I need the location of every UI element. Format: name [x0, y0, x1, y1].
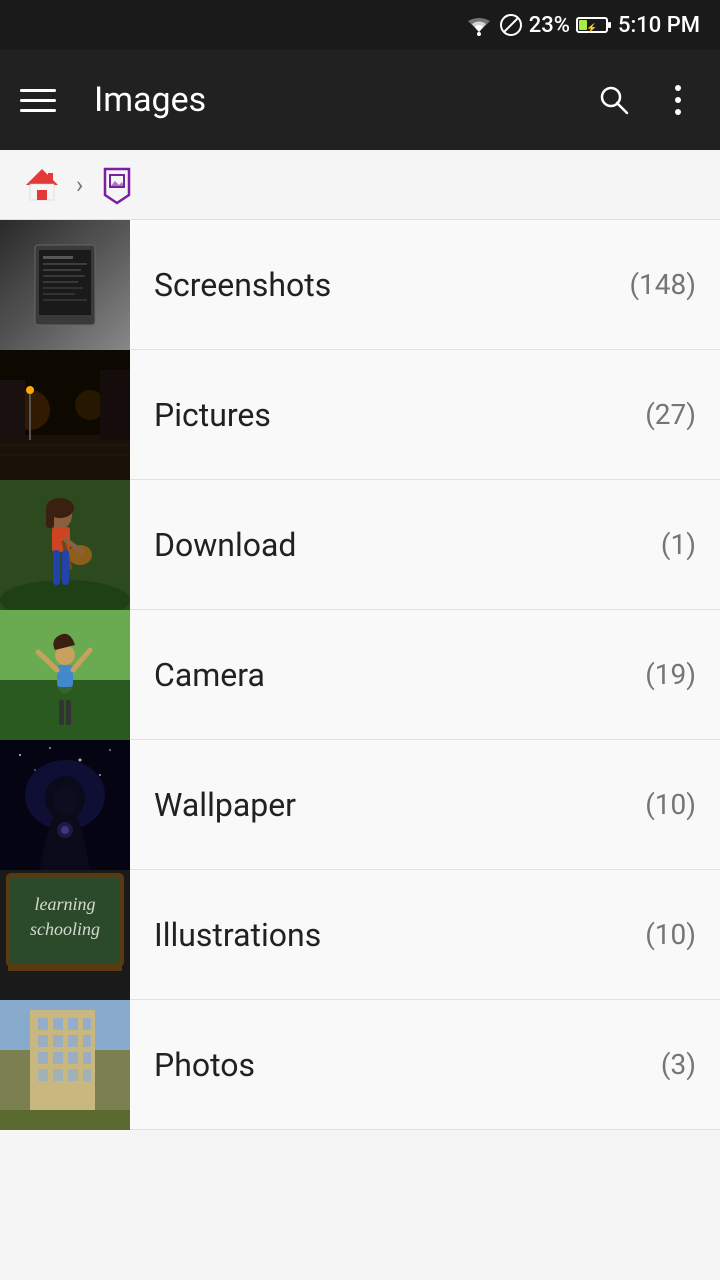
list-item-camera[interactable]: Camera (19) — [0, 610, 720, 740]
breadcrumb-gallery-button[interactable] — [95, 163, 139, 207]
wifi-icon — [465, 14, 493, 36]
svg-text:learning: learning — [35, 894, 96, 914]
status-bar: 23% ⚡ 5:10 PM — [0, 0, 720, 50]
list-item-illustrations[interactable]: learning schooling Illustrations (10) — [0, 870, 720, 1000]
list-item-pictures-name: Pictures — [154, 396, 621, 434]
list-item-camera-name: Camera — [154, 656, 621, 694]
list-item-pictures-row: Pictures (27) — [130, 396, 720, 434]
more-options-button[interactable] — [656, 78, 700, 122]
list-item-illustrations-name: Illustrations — [154, 916, 621, 954]
list-item-download[interactable]: Download (1) — [0, 480, 720, 610]
thumbnail-download — [0, 480, 130, 610]
list-item-photos-info: Photos — [130, 1046, 661, 1084]
thumbnail-wallpaper — [0, 740, 130, 870]
breadcrumb-home-button[interactable] — [20, 163, 64, 207]
list-item-pictures-info: Pictures — [130, 396, 645, 434]
list-item-illustrations-info: Illustrations — [130, 916, 645, 954]
app-bar: Images — [0, 50, 720, 150]
camera-thumb-image — [0, 610, 130, 740]
svg-text:schooling: schooling — [30, 919, 100, 939]
pictures-thumb-image — [0, 350, 130, 480]
list-item-photos-row: Photos (3) — [130, 1046, 720, 1084]
list-item-wallpaper-row: Wallpaper (10) — [130, 786, 720, 824]
hamburger-line-1 — [20, 89, 56, 92]
list-item-pictures[interactable]: Pictures (27) — [0, 350, 720, 480]
wallpaper-thumb-image — [0, 740, 130, 870]
list-item-illustrations-count: (10) — [645, 918, 720, 951]
list-item-screenshots-count: (148) — [629, 268, 720, 301]
list-item-camera-count: (19) — [645, 658, 720, 691]
search-button[interactable] — [592, 78, 636, 122]
list-item-screenshots-name: Screenshots — [154, 266, 605, 304]
thumbnail-photos — [0, 1000, 130, 1130]
breadcrumb-chevron: › — [76, 171, 83, 199]
list-item-camera-row: Camera (19) — [130, 656, 720, 694]
list-item-photos[interactable]: Photos (3) — [0, 1000, 720, 1130]
battery-percent: 23% — [529, 13, 570, 38]
app-title: Images — [94, 80, 572, 120]
search-icon — [597, 83, 631, 117]
battery-icon: ⚡ — [576, 14, 612, 36]
status-icons: 23% ⚡ 5:10 PM — [465, 13, 700, 38]
screenshots-thumb-image — [25, 240, 105, 330]
hamburger-line-3 — [20, 109, 56, 112]
list-item-download-name: Download — [154, 526, 637, 564]
thumbnail-illustrations: learning schooling — [0, 870, 130, 1000]
hamburger-line-2 — [20, 99, 56, 102]
list-item-screenshots-row: Screenshots (148) — [130, 266, 720, 304]
list-item-pictures-count: (27) — [645, 398, 720, 431]
gallery-icon — [97, 165, 137, 205]
list-item-wallpaper-name: Wallpaper — [154, 786, 621, 824]
thumbnail-pictures — [0, 350, 130, 480]
list-item-photos-name: Photos — [154, 1046, 637, 1084]
list-item-screenshots-info: Screenshots — [130, 266, 629, 304]
download-thumb-image — [0, 480, 130, 610]
list-item-photos-count: (3) — [661, 1048, 720, 1081]
illustrations-thumb-image: learning schooling — [0, 870, 130, 990]
photos-thumb-image — [0, 1000, 130, 1130]
list-item-download-row: Download (1) — [130, 526, 720, 564]
list-item-wallpaper[interactable]: Wallpaper (10) — [0, 740, 720, 870]
list-item-illustrations-row: Illustrations (10) — [130, 916, 720, 954]
svg-text:⚡: ⚡ — [586, 22, 597, 34]
status-time: 5:10 PM — [618, 13, 700, 38]
thumbnail-screenshots — [0, 220, 130, 350]
folder-list: Screenshots (148) — [0, 220, 720, 1130]
hamburger-menu-button[interactable] — [20, 78, 64, 122]
list-item-wallpaper-count: (10) — [645, 788, 720, 821]
list-item-camera-info: Camera — [130, 656, 645, 694]
breadcrumb: › — [0, 150, 720, 220]
no-signal-icon — [499, 13, 523, 37]
list-item-screenshots[interactable]: Screenshots (148) — [0, 220, 720, 350]
list-item-download-info: Download — [130, 526, 661, 564]
list-item-wallpaper-info: Wallpaper — [130, 786, 645, 824]
more-options-icon — [673, 83, 683, 117]
thumbnail-camera — [0, 610, 130, 740]
home-icon — [20, 163, 64, 207]
list-item-download-count: (1) — [661, 528, 720, 561]
